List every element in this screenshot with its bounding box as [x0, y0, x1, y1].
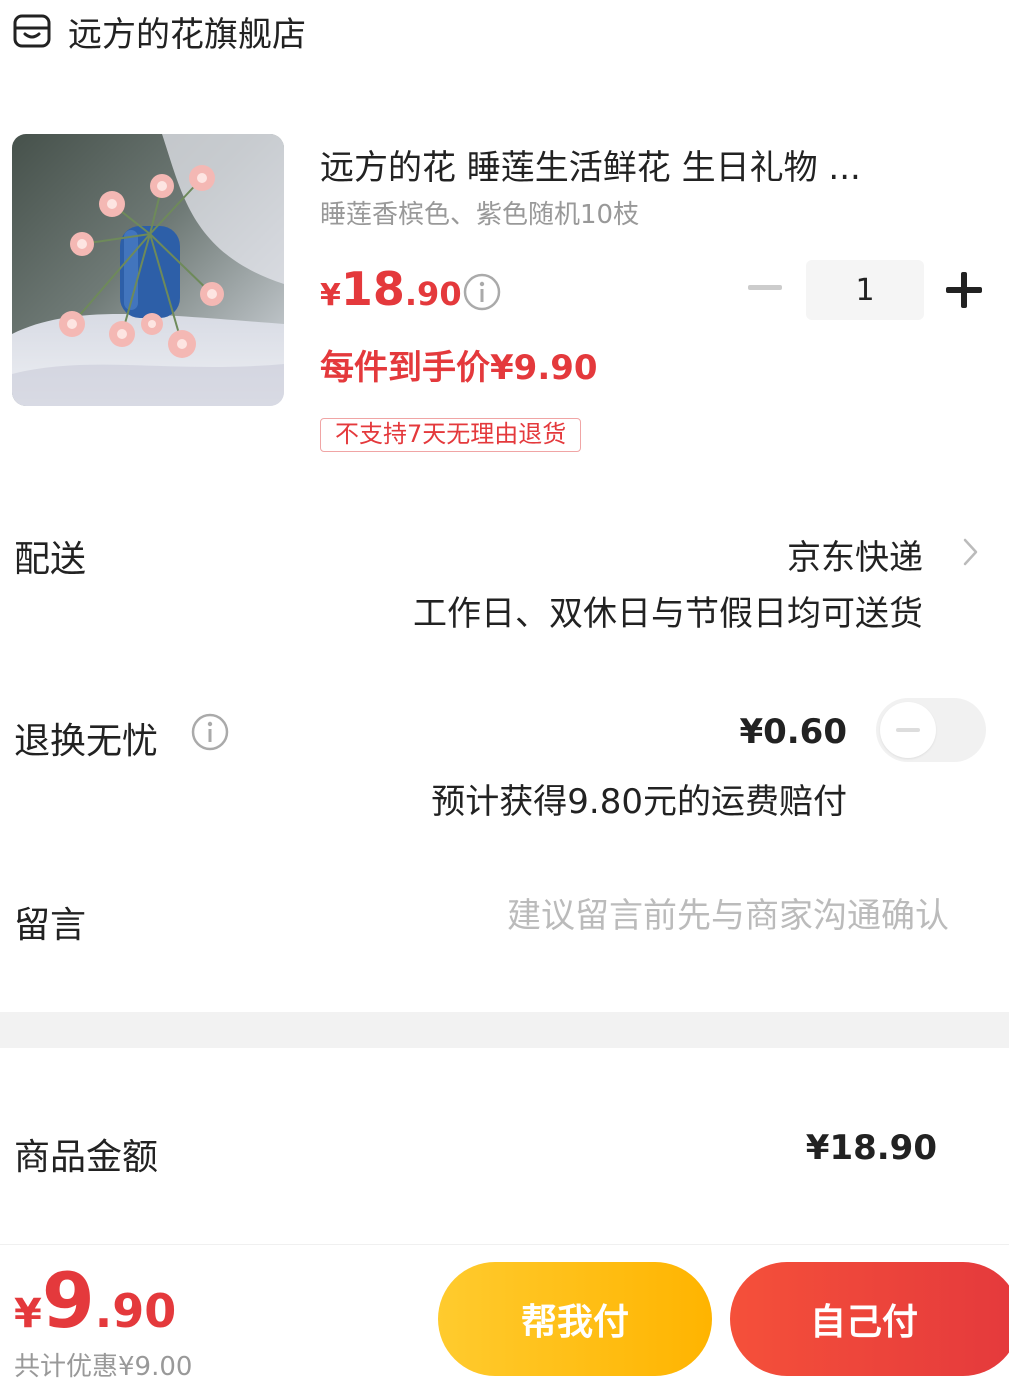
- total-currency: ¥: [14, 1291, 42, 1337]
- refund-price: ¥0.60: [739, 712, 847, 752]
- product-image[interactable]: [12, 134, 284, 406]
- delivery-label: 配送: [14, 539, 87, 580]
- product-spec[interactable]: 睡莲香槟色、紫色随机10枝: [320, 194, 639, 231]
- delivery-method[interactable]: 京东快递: [787, 530, 923, 579]
- per-item-price: 每件到手价¥9.90: [320, 348, 598, 388]
- refund-compensation: 预计获得9.80元的运费赔付: [431, 782, 847, 822]
- total-discount: 共计优惠¥9.00: [14, 1352, 193, 1381]
- delivery-schedule: 工作日、双休日与节假日均可送货: [413, 594, 923, 634]
- product-title[interactable]: 远方的花 睡莲生活鲜花 生日礼物 ...: [320, 140, 940, 189]
- chevron-right-icon[interactable]: [962, 534, 980, 570]
- self-pay-button[interactable]: 自己付: [730, 1262, 1009, 1376]
- toggle-knob: [880, 702, 936, 758]
- refund-info-icon[interactable]: [190, 712, 230, 752]
- total-integer: 9: [41, 1256, 95, 1345]
- return-policy-tag: 不支持7天无理由退货: [320, 418, 582, 452]
- total-price: ¥ 9 .90: [14, 1256, 176, 1345]
- store-name: 远方的花旗舰店: [68, 14, 306, 55]
- store-header[interactable]: 远方的花旗舰店: [12, 6, 306, 56]
- flower-photo: [12, 134, 284, 406]
- price-integer: 18: [340, 262, 405, 316]
- refund-toggle[interactable]: [876, 698, 986, 762]
- price-currency: ¥: [320, 278, 341, 313]
- section-divider: [0, 1012, 1009, 1048]
- amount-value: ¥18.90: [805, 1128, 937, 1168]
- quantity-increase-button[interactable]: [946, 272, 982, 308]
- price-info-icon[interactable]: [462, 272, 502, 312]
- message-input[interactable]: [389, 896, 949, 936]
- price-decimal: .90: [404, 275, 462, 313]
- quantity-field[interactable]: 1: [806, 260, 924, 320]
- help-pay-button[interactable]: 帮我付: [438, 1262, 712, 1376]
- refund-label: 退换无忧: [14, 721, 159, 762]
- message-label: 留言: [14, 905, 87, 946]
- store-icon: [13, 14, 51, 48]
- total-decimal: .90: [94, 1284, 177, 1338]
- product-price: ¥ 18 .90: [320, 262, 462, 316]
- amount-label: 商品金额: [14, 1137, 159, 1178]
- quantity-decrease-button[interactable]: [748, 284, 782, 292]
